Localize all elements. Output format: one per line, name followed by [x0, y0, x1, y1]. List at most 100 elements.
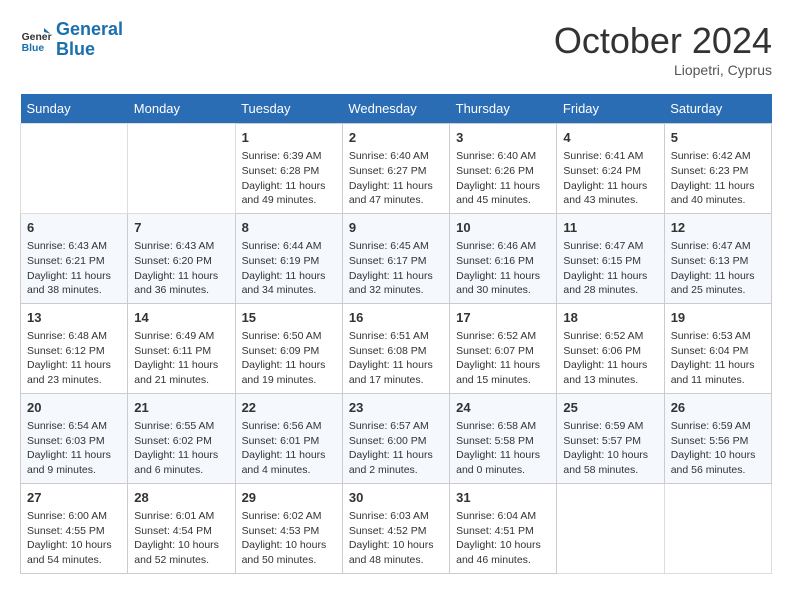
- day-number: 26: [671, 399, 765, 417]
- day-number: 28: [134, 489, 228, 507]
- day-info: Sunrise: 6:51 AM Sunset: 6:08 PM Dayligh…: [349, 329, 443, 388]
- day-number: 29: [242, 489, 336, 507]
- day-info: Sunrise: 6:48 AM Sunset: 6:12 PM Dayligh…: [27, 329, 121, 388]
- calendar-cell: 31 Sunrise: 6:04 AM Sunset: 4:51 PM Dayli…: [450, 483, 557, 573]
- calendar-week-row: 27 Sunrise: 6:00 AM Sunset: 4:55 PM Dayli…: [21, 483, 772, 573]
- day-number: 13: [27, 309, 121, 327]
- calendar-cell: 1 Sunrise: 6:39 AM Sunset: 6:28 PM Daylig…: [235, 124, 342, 214]
- calendar-cell: 26 Sunrise: 6:59 AM Sunset: 5:56 PM Dayli…: [664, 393, 771, 483]
- logo: General Blue GeneralBlue: [20, 20, 123, 60]
- calendar-cell: 8 Sunrise: 6:44 AM Sunset: 6:19 PM Daylig…: [235, 213, 342, 303]
- day-number: 27: [27, 489, 121, 507]
- day-info: Sunrise: 6:53 AM Sunset: 6:04 PM Dayligh…: [671, 329, 765, 388]
- day-info: Sunrise: 6:44 AM Sunset: 6:19 PM Dayligh…: [242, 239, 336, 298]
- calendar-cell: [21, 124, 128, 214]
- calendar-cell: 21 Sunrise: 6:55 AM Sunset: 6:02 PM Dayli…: [128, 393, 235, 483]
- title-block: October 2024 Liopetri, Cyprus: [554, 20, 772, 78]
- day-info: Sunrise: 6:39 AM Sunset: 6:28 PM Dayligh…: [242, 149, 336, 208]
- day-info: Sunrise: 6:52 AM Sunset: 6:06 PM Dayligh…: [563, 329, 657, 388]
- day-info: Sunrise: 6:40 AM Sunset: 6:27 PM Dayligh…: [349, 149, 443, 208]
- day-number: 1: [242, 129, 336, 147]
- calendar-week-row: 13 Sunrise: 6:48 AM Sunset: 6:12 PM Dayli…: [21, 303, 772, 393]
- day-info: Sunrise: 6:55 AM Sunset: 6:02 PM Dayligh…: [134, 419, 228, 478]
- calendar-cell: 23 Sunrise: 6:57 AM Sunset: 6:00 PM Dayli…: [342, 393, 449, 483]
- calendar-cell: 28Sunrise: 6:01 AM Sunset: 4:54 PM Dayli…: [128, 483, 235, 573]
- calendar-cell: 14 Sunrise: 6:49 AM Sunset: 6:11 PM Dayli…: [128, 303, 235, 393]
- day-info: Sunrise: 6:04 AM Sunset: 4:51 PM Dayligh…: [456, 509, 550, 568]
- weekday-header-saturday: Saturday: [664, 94, 771, 124]
- day-number: 3: [456, 129, 550, 147]
- day-info: Sunrise: 6:00 AM Sunset: 4:55 PM Dayligh…: [27, 509, 121, 568]
- day-info: Sunrise: 6:40 AM Sunset: 6:26 PM Dayligh…: [456, 149, 550, 208]
- day-number: 16: [349, 309, 443, 327]
- calendar-cell: 19 Sunrise: 6:53 AM Sunset: 6:04 PM Dayli…: [664, 303, 771, 393]
- day-number: 17: [456, 309, 550, 327]
- day-number: 18: [563, 309, 657, 327]
- weekday-header-monday: Monday: [128, 94, 235, 124]
- day-number: 15: [242, 309, 336, 327]
- day-number: 23: [349, 399, 443, 417]
- location: Liopetri, Cyprus: [554, 62, 772, 78]
- calendar-cell: 22Sunrise: 6:56 AM Sunset: 6:01 PM Dayli…: [235, 393, 342, 483]
- day-info: Sunrise: 6:52 AM Sunset: 6:07 PM Dayligh…: [456, 329, 550, 388]
- day-number: 7: [134, 219, 228, 237]
- day-number: 20: [27, 399, 121, 417]
- day-info: Sunrise: 6:46 AM Sunset: 6:16 PM Dayligh…: [456, 239, 550, 298]
- day-number: 9: [349, 219, 443, 237]
- calendar-cell: [128, 124, 235, 214]
- day-info: Sunrise: 6:02 AM Sunset: 4:53 PM Dayligh…: [242, 509, 336, 568]
- day-number: 14: [134, 309, 228, 327]
- day-info: Sunrise: 6:49 AM Sunset: 6:11 PM Dayligh…: [134, 329, 228, 388]
- calendar-cell: 20Sunrise: 6:54 AM Sunset: 6:03 PM Dayli…: [21, 393, 128, 483]
- day-number: 12: [671, 219, 765, 237]
- day-info: Sunrise: 6:43 AM Sunset: 6:20 PM Dayligh…: [134, 239, 228, 298]
- svg-text:General: General: [22, 32, 52, 43]
- calendar-cell: 9Sunrise: 6:45 AM Sunset: 6:17 PM Daylig…: [342, 213, 449, 303]
- day-number: 21: [134, 399, 228, 417]
- day-info: Sunrise: 6:59 AM Sunset: 5:56 PM Dayligh…: [671, 419, 765, 478]
- weekday-header-sunday: Sunday: [21, 94, 128, 124]
- calendar-cell: [664, 483, 771, 573]
- calendar-cell: 24Sunrise: 6:58 AM Sunset: 5:58 PM Dayli…: [450, 393, 557, 483]
- calendar-cell: 2 Sunrise: 6:40 AM Sunset: 6:27 PM Daylig…: [342, 124, 449, 214]
- weekday-header-wednesday: Wednesday: [342, 94, 449, 124]
- calendar-week-row: 20Sunrise: 6:54 AM Sunset: 6:03 PM Dayli…: [21, 393, 772, 483]
- weekday-header-row: SundayMondayTuesdayWednesdayThursdayFrid…: [21, 94, 772, 124]
- day-info: Sunrise: 6:47 AM Sunset: 6:13 PM Dayligh…: [671, 239, 765, 298]
- day-info: Sunrise: 6:56 AM Sunset: 6:01 PM Dayligh…: [242, 419, 336, 478]
- weekday-header-friday: Friday: [557, 94, 664, 124]
- calendar-cell: 13 Sunrise: 6:48 AM Sunset: 6:12 PM Dayli…: [21, 303, 128, 393]
- calendar-cell: 11Sunrise: 6:47 AM Sunset: 6:15 PM Dayli…: [557, 213, 664, 303]
- page-header: General Blue GeneralBlue October 2024 Li…: [20, 20, 772, 78]
- calendar-week-row: 6 Sunrise: 6:43 AM Sunset: 6:21 PM Daylig…: [21, 213, 772, 303]
- day-info: Sunrise: 6:57 AM Sunset: 6:00 PM Dayligh…: [349, 419, 443, 478]
- day-info: Sunrise: 6:43 AM Sunset: 6:21 PM Dayligh…: [27, 239, 121, 298]
- day-number: 24: [456, 399, 550, 417]
- day-number: 5: [671, 129, 765, 147]
- calendar-cell: 4 Sunrise: 6:41 AM Sunset: 6:24 PM Daylig…: [557, 124, 664, 214]
- day-number: 4: [563, 129, 657, 147]
- calendar-cell: 12 Sunrise: 6:47 AM Sunset: 6:13 PM Dayli…: [664, 213, 771, 303]
- calendar-week-row: 1 Sunrise: 6:39 AM Sunset: 6:28 PM Daylig…: [21, 124, 772, 214]
- day-number: 25: [563, 399, 657, 417]
- weekday-header-tuesday: Tuesday: [235, 94, 342, 124]
- day-number: 19: [671, 309, 765, 327]
- day-number: 31: [456, 489, 550, 507]
- calendar-table: SundayMondayTuesdayWednesdayThursdayFrid…: [20, 94, 772, 574]
- day-info: Sunrise: 6:59 AM Sunset: 5:57 PM Dayligh…: [563, 419, 657, 478]
- calendar-cell: 5Sunrise: 6:42 AM Sunset: 6:23 PM Daylig…: [664, 124, 771, 214]
- day-number: 2: [349, 129, 443, 147]
- calendar-cell: 15 Sunrise: 6:50 AM Sunset: 6:09 PM Dayli…: [235, 303, 342, 393]
- day-number: 6: [27, 219, 121, 237]
- month-title: October 2024: [554, 20, 772, 62]
- day-info: Sunrise: 6:41 AM Sunset: 6:24 PM Dayligh…: [563, 149, 657, 208]
- day-number: 8: [242, 219, 336, 237]
- calendar-cell: 18 Sunrise: 6:52 AM Sunset: 6:06 PM Dayli…: [557, 303, 664, 393]
- logo-text: GeneralBlue: [56, 20, 123, 60]
- calendar-cell: 25 Sunrise: 6:59 AM Sunset: 5:57 PM Dayli…: [557, 393, 664, 483]
- day-info: Sunrise: 6:03 AM Sunset: 4:52 PM Dayligh…: [349, 509, 443, 568]
- day-info: Sunrise: 6:50 AM Sunset: 6:09 PM Dayligh…: [242, 329, 336, 388]
- calendar-cell: 10Sunrise: 6:46 AM Sunset: 6:16 PM Dayli…: [450, 213, 557, 303]
- day-number: 11: [563, 219, 657, 237]
- calendar-cell: 6 Sunrise: 6:43 AM Sunset: 6:21 PM Daylig…: [21, 213, 128, 303]
